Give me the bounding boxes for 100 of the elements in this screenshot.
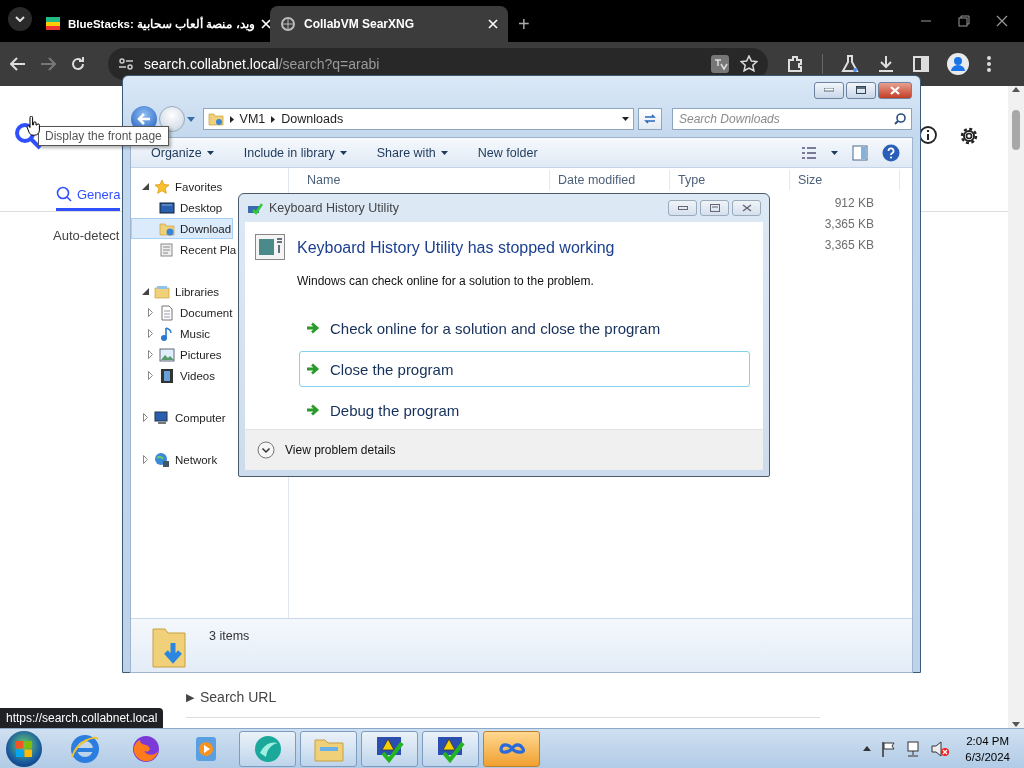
command-button[interactable]: New folder (471, 142, 544, 163)
dropdown-caret-icon (622, 117, 630, 121)
arrow-icon (306, 322, 320, 334)
column-header[interactable]: Type (670, 170, 790, 190)
view-options-icon[interactable] (801, 145, 817, 160)
star-icon (154, 178, 170, 195)
command-button[interactable]: Include in library (237, 142, 353, 163)
details-toggle[interactable]: View problem details (257, 441, 396, 459)
search-icon (894, 113, 906, 125)
address-bar[interactable]: VM1 Downloads (202, 108, 635, 130)
settings-icon[interactable] (958, 125, 980, 147)
globe-icon (280, 16, 296, 32)
taskbar-button[interactable] (422, 730, 479, 767)
tooltip: Display the front page (38, 126, 169, 146)
side-panel-icon[interactable] (913, 56, 929, 72)
app-window-icon (255, 234, 285, 260)
chevron-right-icon (271, 115, 276, 123)
taskbar-button[interactable] (361, 730, 418, 767)
help-icon[interactable] (882, 143, 900, 162)
column-header[interactable]: Size (790, 170, 900, 190)
close-button[interactable] (732, 200, 761, 216)
refresh-button[interactable] (638, 108, 662, 130)
star-icon[interactable] (740, 55, 758, 73)
computer-icon (154, 409, 170, 426)
minimize-button[interactable] (814, 81, 844, 99)
download-folder-icon (159, 220, 175, 237)
reload-icon[interactable] (70, 56, 86, 72)
nav-item[interactable]: Document (131, 302, 235, 323)
network-computer-icon[interactable] (905, 740, 922, 757)
minimize-button[interactable] (668, 200, 697, 216)
folder-icon (207, 111, 224, 127)
translate-icon[interactable] (710, 54, 730, 74)
refresh-arrows-icon (643, 113, 658, 125)
close-icon (741, 204, 752, 212)
network-icon (154, 451, 170, 468)
profile-avatar-icon[interactable] (947, 53, 969, 75)
info-icon[interactable] (918, 125, 938, 145)
nav-item[interactable]: Download (131, 218, 234, 239)
nav-item[interactable]: Libraries (131, 281, 222, 302)
chevron-right-icon (229, 115, 234, 123)
nav-item[interactable]: Videos (131, 365, 217, 386)
music-note-icon (159, 325, 175, 342)
expand-chevron-icon (257, 441, 275, 459)
scroll-thumb[interactable] (1012, 110, 1020, 150)
window-title: Keyboard History Utility (269, 201, 399, 215)
nav-item[interactable]: Favorites (131, 176, 225, 197)
maximize-button[interactable] (846, 81, 876, 99)
caret-icon (339, 150, 347, 155)
search-url-toggle[interactable]: Search URL (200, 689, 277, 705)
breadcrumb-item[interactable]: Downloads (281, 112, 344, 126)
document-icon (159, 304, 175, 321)
file-size: 3,365 KB (824, 216, 874, 231)
column-header[interactable]: Date modified (550, 170, 670, 190)
nav-item[interactable]: Recent Pla (131, 239, 239, 260)
puzzle-icon[interactable] (786, 55, 804, 73)
breadcrumb-item[interactable]: VM1 (239, 112, 266, 126)
back-arrow-icon[interactable] (10, 57, 26, 71)
scrollbar[interactable] (1008, 86, 1024, 728)
command-link[interactable]: Close the program (299, 351, 750, 387)
speaker-muted-icon[interactable] (931, 740, 950, 757)
search-logo-icon (14, 122, 42, 150)
nav-item[interactable]: Computer (131, 407, 228, 428)
arrow-icon (306, 363, 320, 375)
command-button[interactable]: Share with (370, 142, 454, 163)
tab-search-button[interactable] (8, 7, 32, 31)
search-field[interactable]: Search Downloads (672, 108, 912, 130)
chevron-down-icon (15, 16, 25, 22)
expanded-triangle-icon (141, 288, 149, 295)
search-icon (56, 186, 72, 202)
pictures-icon (159, 346, 175, 363)
clock[interactable]: 2:04 PM 6/3/2024 (965, 732, 1010, 765)
column-header[interactable]: Name (289, 170, 550, 190)
minimize-icon (824, 88, 834, 92)
flask-icon[interactable] (841, 55, 859, 73)
nav-item[interactable]: Network (131, 449, 220, 470)
close-button[interactable] (878, 81, 912, 99)
maximize-button[interactable] (700, 200, 729, 216)
nav-item[interactable]: Music (131, 323, 213, 344)
browser-e-icon (68, 732, 101, 765)
expanded-triangle-icon (141, 183, 149, 190)
arrow-icon (306, 404, 320, 416)
start-button[interactable] (6, 730, 42, 767)
browser-tab[interactable]: CollabVM SearXNG (270, 6, 508, 42)
nav-item[interactable]: Desktop (131, 197, 225, 218)
infinity-icon (498, 741, 525, 756)
more-menu-icon[interactable] (987, 56, 991, 72)
download-icon[interactable] (877, 55, 895, 73)
forward-arrow-icon[interactable] (40, 57, 56, 71)
download-folder-icon (151, 625, 187, 669)
flag-icon[interactable] (881, 740, 896, 757)
history-dropdown-icon[interactable] (186, 116, 195, 122)
caret-icon (440, 150, 448, 155)
collapsed-triangle-icon (147, 308, 153, 317)
back-arrow-icon (136, 113, 151, 125)
new-tab-button[interactable]: + (518, 13, 530, 36)
close-icon (890, 85, 900, 95)
film-icon (159, 367, 175, 384)
show-hidden-icons-icon[interactable] (863, 746, 872, 751)
nav-item[interactable]: Pictures (131, 344, 224, 365)
taskbar-button[interactable] (483, 730, 540, 767)
